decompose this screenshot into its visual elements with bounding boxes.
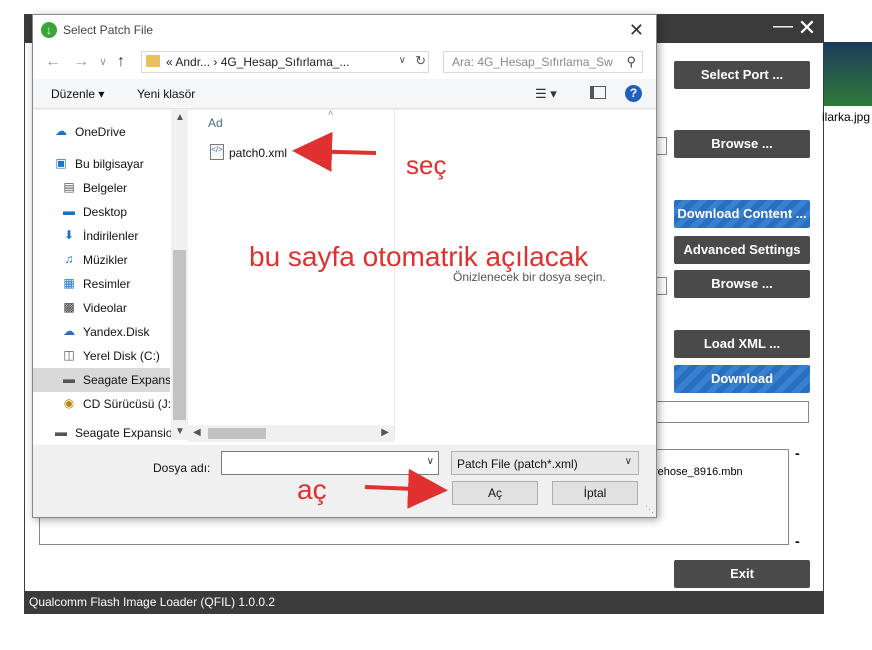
annotation-auto-open: bu sayfa otomatrik açılacak bbox=[249, 241, 589, 272]
annotation-open: aç bbox=[297, 474, 327, 505]
annotation-arrows bbox=[292, 131, 448, 509]
arrow-to-open-button bbox=[364, 468, 448, 509]
arrow-to-file bbox=[292, 131, 377, 172]
annotation-select: seç bbox=[406, 150, 447, 180]
